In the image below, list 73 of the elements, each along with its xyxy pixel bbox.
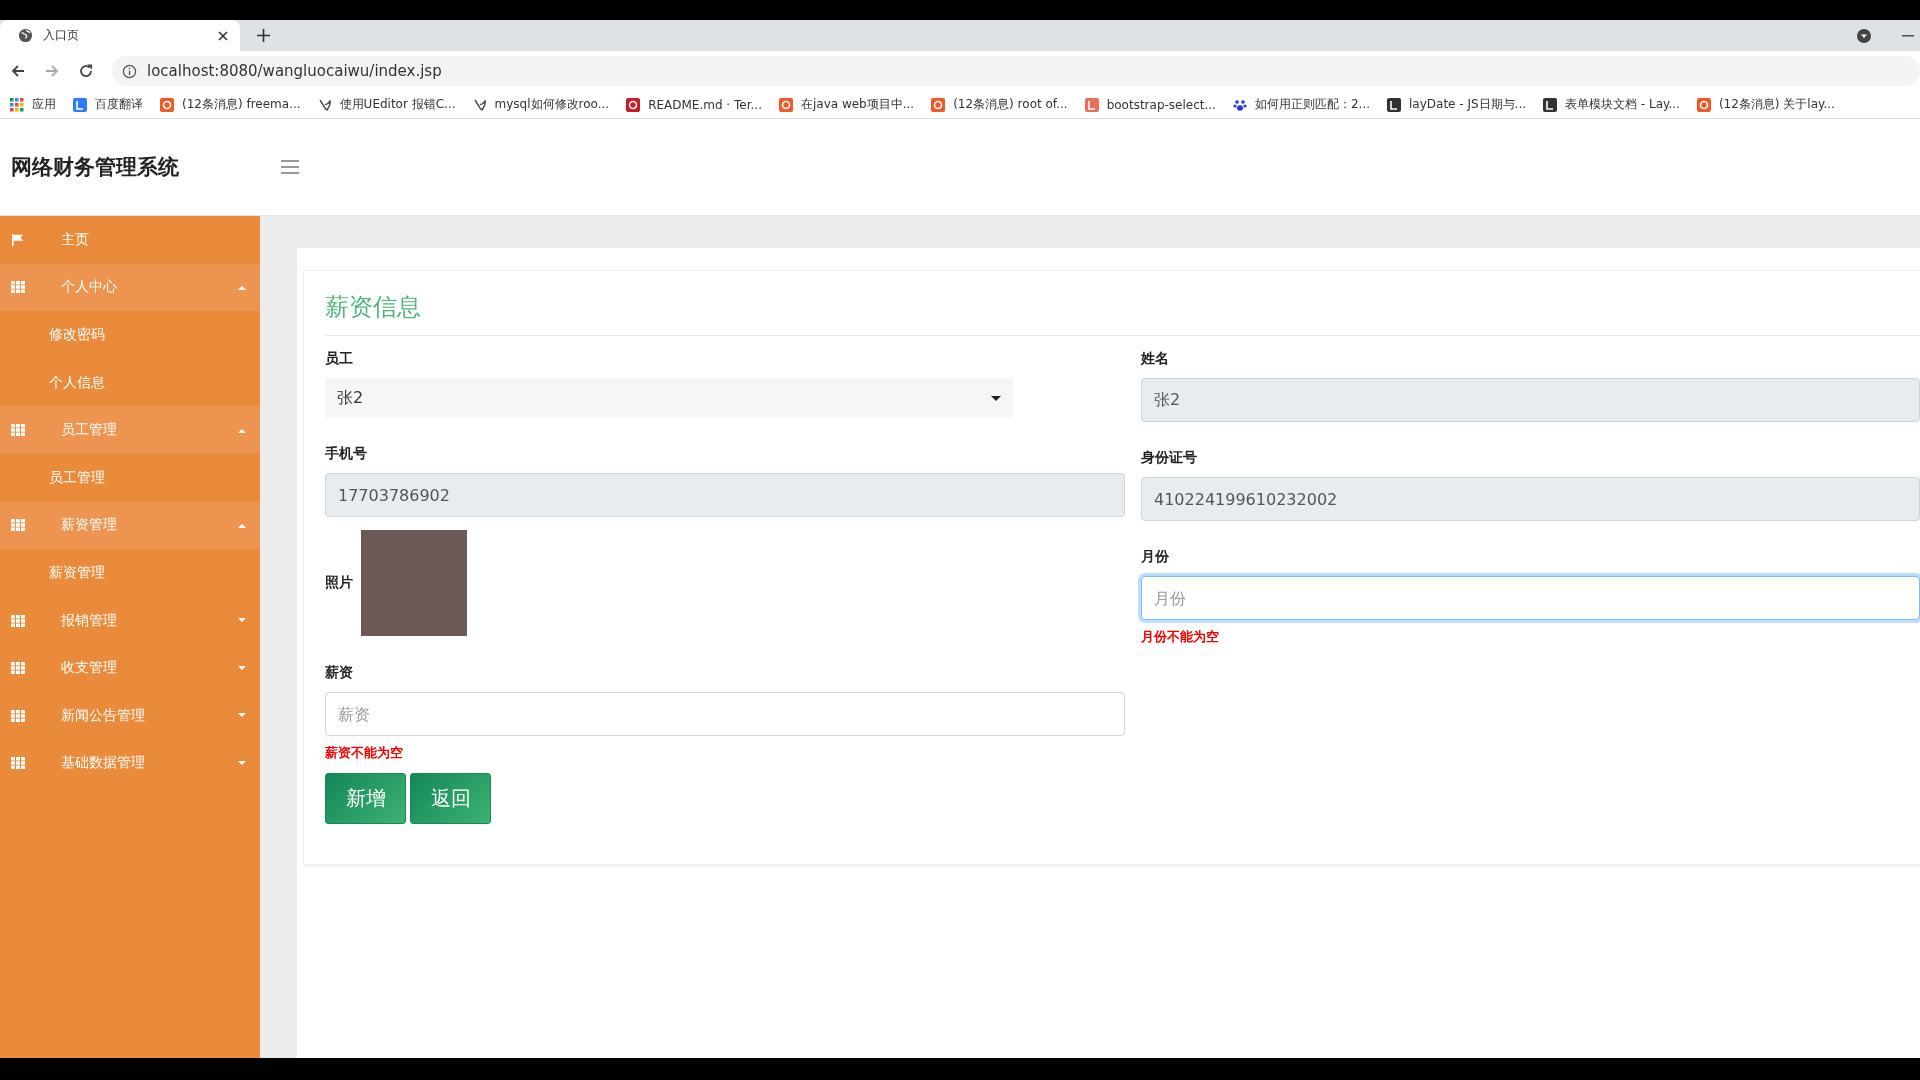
caret-icon [991, 395, 1001, 401]
bookmark[interactable]: layDate - JS日期与... [1387, 96, 1527, 113]
bookmark[interactable]: bootstrap-select... [1084, 97, 1216, 112]
form-button[interactable]: 返回 [410, 773, 491, 824]
bird-icon [472, 97, 487, 112]
grid-icon [10, 97, 24, 112]
app-title: 网络财务管理系统 [11, 154, 180, 181]
input-field[interactable]: 薪资 [325, 692, 1125, 736]
grid-icon [11, 614, 25, 627]
field-label: 照片 [325, 574, 353, 592]
bookmark[interactable]: README.md · Ter... [626, 97, 762, 112]
site-icon [1696, 97, 1711, 112]
tab-title: 入口页 [43, 27, 80, 44]
bird-icon [317, 97, 332, 112]
minimize-icon[interactable] [1902, 34, 1914, 37]
grid-icon [11, 519, 25, 532]
site-icon [73, 97, 87, 112]
bookmark[interactable]: 表单模块文档 - Lay... [1543, 96, 1680, 113]
bookmark[interactable]: 在java web项目中... [778, 96, 915, 113]
field-label: 姓名 [1141, 350, 1170, 368]
site-icon [1543, 97, 1558, 112]
caret-icon [238, 760, 246, 766]
bookmark[interactable]: 如何用正则匹配：2... [1232, 96, 1370, 113]
bookmark[interactable]: 应用 [10, 96, 56, 113]
caret-icon [238, 284, 246, 290]
caret-icon [238, 618, 246, 624]
browser-tab[interactable]: 入口页 [0, 20, 240, 51]
site-icon [626, 97, 641, 112]
bookmark[interactable]: (12条消息) root of... [931, 96, 1068, 113]
paw-icon [1232, 97, 1247, 112]
input-field[interactable]: 410224199610232002 [1141, 477, 1920, 521]
caret-icon [238, 522, 246, 528]
caret-icon [238, 427, 246, 433]
reload-icon[interactable] [78, 63, 94, 79]
form-button[interactable]: 新增 [325, 773, 406, 824]
grid-icon [11, 662, 25, 675]
address-field[interactable]: localhost:8080/wangluocaiwu/index.jsp [112, 56, 1920, 86]
error-message: 薪资不能为空 [325, 744, 403, 762]
site-icon [1084, 97, 1099, 112]
dropdown-circle-icon[interactable] [1856, 27, 1872, 44]
grid-icon [11, 424, 25, 437]
field-label: 月份 [1141, 548, 1170, 566]
site-icon [160, 97, 174, 112]
error-message: 月份不能为空 [1141, 628, 1219, 646]
back-icon[interactable] [10, 63, 26, 79]
grid-icon [11, 281, 25, 294]
menu-icon[interactable] [281, 160, 299, 174]
flag-icon [11, 233, 25, 246]
input-field[interactable]: 17703786902 [325, 473, 1125, 517]
site-icon [778, 97, 793, 112]
input-field[interactable]: 张2 [1141, 378, 1920, 422]
info-icon [122, 63, 137, 79]
grid-icon [11, 709, 25, 722]
site-icon [931, 97, 946, 112]
form-title: 薪资信息 [325, 291, 1920, 336]
new-tab-icon[interactable] [257, 29, 270, 42]
bookmark[interactable]: 百度翻译 [73, 96, 143, 113]
caret-icon [238, 665, 246, 671]
bookmark[interactable]: mysql如何修改roo... [472, 96, 610, 113]
grid-icon [11, 757, 25, 770]
bookmark[interactable]: (12条消息) 关于lay... [1696, 96, 1835, 113]
field-label: 员工 [325, 350, 354, 368]
input-field[interactable]: 月份 [1141, 576, 1920, 620]
globe-icon [18, 28, 33, 43]
bookmark[interactable]: 使用UEditor 报错C... [317, 96, 456, 113]
site-icon [1387, 97, 1401, 112]
field-label: 手机号 [325, 445, 368, 463]
select-field[interactable]: 张2 [325, 378, 1013, 418]
close-icon[interactable] [218, 30, 228, 41]
field-label: 薪资 [325, 664, 354, 682]
bookmark[interactable]: (12条消息) freema... [160, 96, 301, 113]
caret-icon [238, 713, 246, 719]
field-label: 身份证号 [1141, 449, 1198, 467]
